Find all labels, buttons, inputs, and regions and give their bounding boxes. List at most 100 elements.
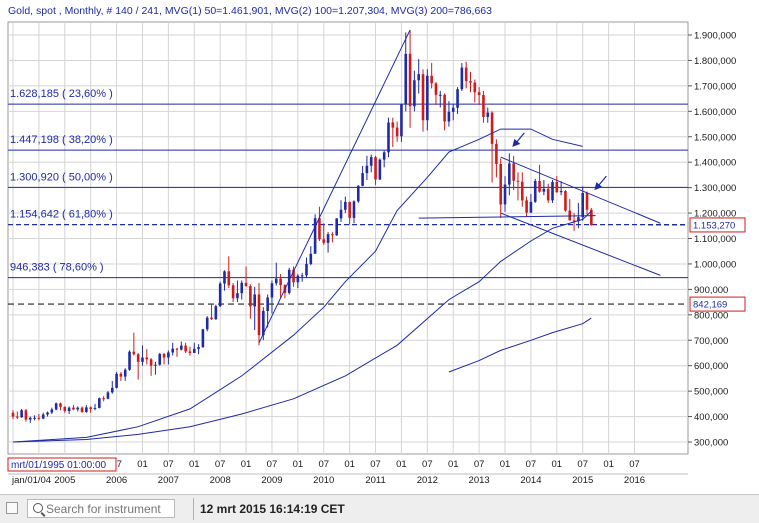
price-chart[interactable]: 1.628,185 ( 23,60% ) 1.447,198 ( 38,20% )… (0, 0, 759, 494)
candle-body (460, 67, 464, 90)
candle-body (512, 163, 515, 181)
candle-body (391, 122, 395, 128)
candle-body (426, 75, 429, 121)
status-bar: 12 mrt 2015 16:14:19 CET (0, 494, 759, 523)
candle-body (387, 122, 390, 153)
panel-toggle-button[interactable] (6, 502, 18, 514)
candle-body (24, 410, 28, 420)
candle-body (473, 82, 477, 93)
x-month-label: 01 (603, 459, 614, 470)
candle-body (369, 157, 373, 166)
candle-body (538, 181, 541, 192)
candle-body (296, 275, 300, 283)
x-year-label: 2009 (261, 475, 282, 486)
x-month-label: 01 (293, 459, 304, 470)
candle-body (80, 407, 84, 412)
candle-body (529, 201, 533, 213)
x-year-label: 2007 (158, 475, 179, 486)
candle-body (197, 347, 200, 349)
candle-body (227, 271, 231, 286)
candle-body (184, 345, 187, 352)
candle-body (546, 188, 550, 201)
y-tick-label: 1.300,000 (694, 183, 736, 194)
y-tick-label: 1.700,000 (694, 81, 736, 92)
instrument-search[interactable] (27, 499, 175, 518)
candle-body (274, 278, 278, 284)
candle-body (516, 180, 520, 182)
x-year-label: 2013 (469, 475, 490, 486)
x-month-label: 07 (370, 459, 381, 470)
candle-body (335, 218, 338, 236)
search-icon (33, 503, 43, 513)
candle-body (356, 185, 360, 202)
candle-body (374, 157, 377, 180)
search-input[interactable] (46, 501, 172, 516)
candle-body (408, 53, 412, 107)
candle-body (231, 285, 235, 299)
candle-body (205, 317, 209, 330)
y-tick-label: 800,000 (694, 310, 728, 321)
candle-body (240, 282, 244, 294)
candle-body (486, 112, 490, 117)
x-month-label: 07 (163, 459, 174, 470)
candle-body (520, 181, 524, 201)
x-month-label: 01 (552, 459, 563, 470)
candle-body (37, 417, 41, 419)
y-tick-label: 900,000 (694, 285, 728, 296)
x-month-label: 07 (215, 459, 226, 470)
x-year-label: 2006 (106, 475, 127, 486)
candle-body (93, 407, 97, 409)
candle-body (421, 74, 425, 121)
candle-body (318, 218, 321, 240)
candle-body (20, 410, 23, 418)
x-year-label: 2015 (572, 475, 593, 486)
candle-body (85, 407, 88, 412)
crosshair-date-box: mrt/01/1995 01:00:00 (7, 457, 117, 472)
candle-body (98, 398, 101, 408)
candle-body (41, 414, 45, 419)
candle-body (533, 181, 537, 202)
candle-body (149, 359, 153, 366)
y-tick-label: 500,000 (694, 387, 728, 398)
candle-body (110, 387, 114, 393)
candle-body (180, 345, 183, 350)
candle-body (115, 373, 118, 388)
candle-body (438, 94, 442, 96)
x-month-label: 01 (241, 459, 252, 470)
price-label: 842,169 (693, 300, 727, 311)
candle-body (430, 75, 433, 84)
candle-body (154, 364, 157, 366)
y-tick-label: 300,000 (694, 438, 728, 449)
candle-body (365, 165, 369, 174)
candle-body (192, 348, 196, 353)
x-month-label: 07 (318, 459, 329, 470)
candle-body (447, 111, 451, 122)
candle-body (495, 143, 498, 164)
candle-body (300, 275, 304, 277)
candle-body (67, 407, 71, 411)
candle-body (76, 407, 80, 410)
candle-body (119, 373, 123, 377)
candle-body (106, 392, 110, 399)
candle-body (188, 351, 192, 353)
x-year-label: 2008 (210, 475, 231, 486)
x-month-label: 01 (500, 459, 511, 470)
candle-body (309, 253, 313, 264)
candle-body (451, 107, 455, 112)
candle-body (313, 218, 317, 254)
x-year-label: 2012 (417, 475, 438, 486)
candle-body (564, 190, 567, 211)
candle-body (417, 74, 421, 81)
candle-body (28, 417, 32, 420)
candle-body (477, 92, 481, 96)
y-tick-label: 600,000 (694, 361, 728, 372)
fibonacci-label: 1.447,198 ( 38,20% ) (10, 134, 113, 146)
candle-body (59, 403, 62, 407)
y-tick-label: 400,000 (694, 412, 728, 423)
candle-body (158, 353, 162, 365)
x-year-label: 2011 (365, 475, 385, 486)
candle-body (266, 297, 269, 311)
candle-body (499, 163, 503, 205)
x-year-label: jan/01/04 (11, 475, 51, 486)
candle-body (361, 173, 364, 186)
